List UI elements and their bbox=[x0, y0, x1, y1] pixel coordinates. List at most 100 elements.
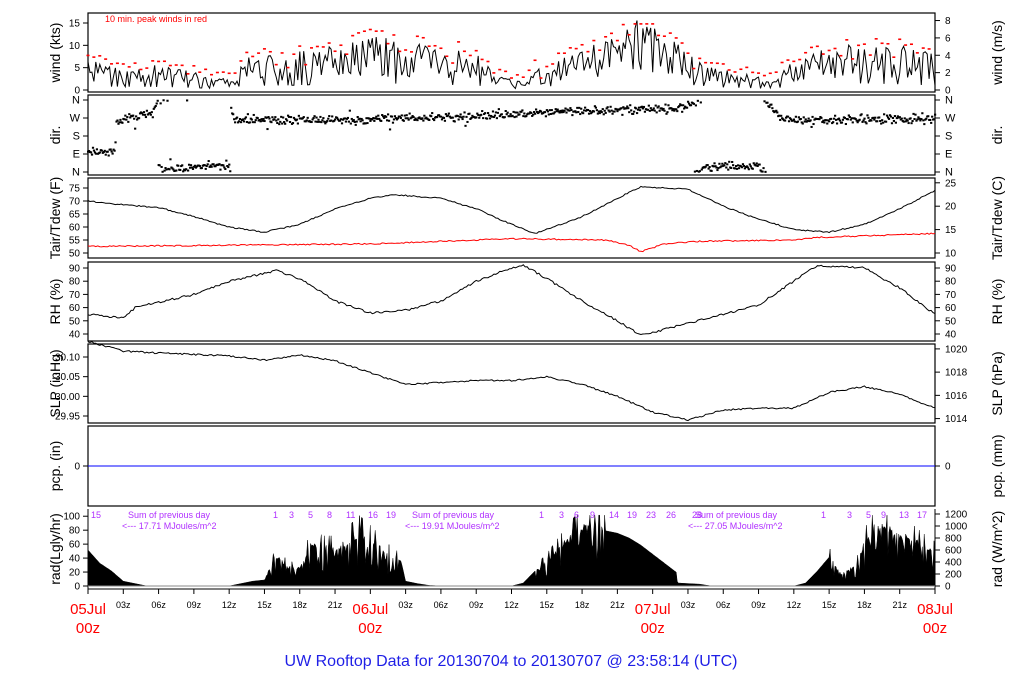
rh-left-tick-label: 70 bbox=[69, 290, 81, 301]
dir-point bbox=[521, 109, 524, 112]
dir-point bbox=[606, 106, 609, 109]
dir-point bbox=[121, 121, 124, 124]
temp-tair-line bbox=[87, 185, 936, 234]
wind-peak-mark bbox=[145, 67, 149, 69]
wind-peak-mark bbox=[474, 49, 478, 52]
wind-peak-mark bbox=[110, 63, 114, 65]
dir-point bbox=[806, 119, 809, 122]
dir-point bbox=[609, 105, 612, 108]
slp-right-tick-label: 1014 bbox=[945, 414, 968, 425]
dir-point bbox=[632, 112, 635, 115]
wind-peak-mark bbox=[115, 62, 119, 65]
wind-peak-mark bbox=[804, 51, 808, 54]
dir-point bbox=[721, 162, 724, 165]
dir-point bbox=[841, 118, 845, 121]
dir-point bbox=[885, 114, 889, 117]
wind-peak-mark bbox=[815, 45, 819, 48]
dir-point bbox=[128, 113, 131, 116]
dir-point bbox=[860, 113, 863, 116]
wind-peak-mark bbox=[404, 49, 408, 51]
dir-point bbox=[340, 122, 344, 125]
dir-point bbox=[375, 115, 378, 118]
dir-point bbox=[322, 117, 325, 120]
wind-peak-mark bbox=[386, 42, 390, 45]
dir-point bbox=[279, 120, 282, 123]
dir-point bbox=[270, 121, 273, 124]
dir-point bbox=[904, 120, 907, 123]
dir-point bbox=[834, 114, 837, 117]
dir-point bbox=[204, 167, 207, 170]
dir-point bbox=[321, 119, 324, 122]
dir-point bbox=[755, 162, 758, 165]
dir-point bbox=[442, 116, 446, 119]
dir-point bbox=[828, 120, 831, 123]
dir-point bbox=[653, 109, 656, 112]
wind-peak-mark bbox=[421, 36, 425, 39]
rh-ylabel-right: RH (%) bbox=[989, 279, 1005, 325]
rad-hour-mark: 8 bbox=[327, 510, 332, 520]
wind-peak-mark bbox=[745, 66, 749, 69]
dir-point bbox=[421, 117, 424, 120]
pcp-right-tick-label: 0 bbox=[945, 462, 951, 473]
wind-peak-mark bbox=[480, 58, 484, 61]
daily-sum-label: Sum of previous day bbox=[695, 510, 778, 520]
rad-panel: 020406080100020040060080010001200rad(Lgl… bbox=[47, 509, 1005, 593]
daily-sum-value: <--- 17.71 MJoules/m^2 bbox=[122, 521, 217, 531]
dir-point bbox=[248, 121, 251, 124]
dir-point bbox=[475, 116, 478, 119]
dir-point bbox=[119, 118, 122, 121]
wind-peak-mark bbox=[86, 54, 90, 57]
dir-left-tick-label: E bbox=[73, 149, 80, 161]
dir-point bbox=[578, 106, 581, 109]
dir-point bbox=[724, 162, 727, 165]
dir-point bbox=[695, 169, 698, 172]
dir-point bbox=[383, 116, 386, 119]
dir-point bbox=[878, 116, 881, 119]
slp-panel: 29.9530.0030.0530.101014101610181020SLP … bbox=[47, 341, 1005, 425]
dir-point bbox=[289, 116, 293, 119]
dir-point bbox=[278, 123, 281, 126]
dir-point bbox=[343, 117, 347, 120]
dir-point bbox=[534, 112, 537, 115]
rh-right-tick-label: 70 bbox=[945, 290, 957, 301]
rh-left-tick-label: 50 bbox=[69, 316, 81, 327]
dir-point bbox=[553, 111, 556, 114]
dir-point bbox=[736, 164, 740, 167]
dir-point bbox=[837, 117, 841, 120]
time-tick-label: 15z bbox=[822, 600, 837, 610]
wind-peak-mark bbox=[651, 23, 655, 25]
dir-point bbox=[310, 121, 313, 124]
dir-point bbox=[159, 102, 162, 105]
dir-point bbox=[664, 103, 667, 106]
dir-point bbox=[741, 163, 745, 166]
dir-point bbox=[630, 109, 633, 112]
dir-point bbox=[544, 115, 548, 118]
time-tick-label: 06z bbox=[151, 600, 166, 610]
wind-left-tick-label: 5 bbox=[74, 63, 80, 74]
wind-peak-mark bbox=[333, 50, 337, 53]
dir-point bbox=[514, 111, 517, 114]
dir-point bbox=[533, 111, 536, 114]
dir-point bbox=[404, 117, 407, 120]
rad-hour-mark: 19 bbox=[627, 510, 637, 520]
dir-point bbox=[393, 115, 397, 118]
dir-point bbox=[862, 119, 865, 122]
dir-point bbox=[330, 119, 333, 122]
wind-panel: 05101502468wind (kts) wind (m/s)10 min. p… bbox=[47, 12, 1005, 97]
dir-point bbox=[592, 110, 596, 113]
dir-point bbox=[844, 123, 847, 126]
dir-point bbox=[160, 165, 163, 168]
wind-peak-mark bbox=[886, 42, 890, 45]
rh-left-tick-label: 60 bbox=[69, 303, 81, 314]
dir-point bbox=[200, 167, 203, 170]
dir-left-tick-label: N bbox=[72, 167, 80, 179]
dir-point bbox=[459, 113, 462, 116]
wind-peak-mark bbox=[609, 32, 613, 35]
dir-point bbox=[230, 106, 233, 109]
dir-point bbox=[747, 168, 750, 171]
dir-frame bbox=[87, 94, 936, 176]
wind-peak-mark bbox=[845, 39, 849, 41]
rh-right-tick-label: 40 bbox=[945, 330, 957, 341]
wind-left-tick-label: 10 bbox=[69, 41, 81, 52]
dir-point bbox=[103, 149, 106, 152]
